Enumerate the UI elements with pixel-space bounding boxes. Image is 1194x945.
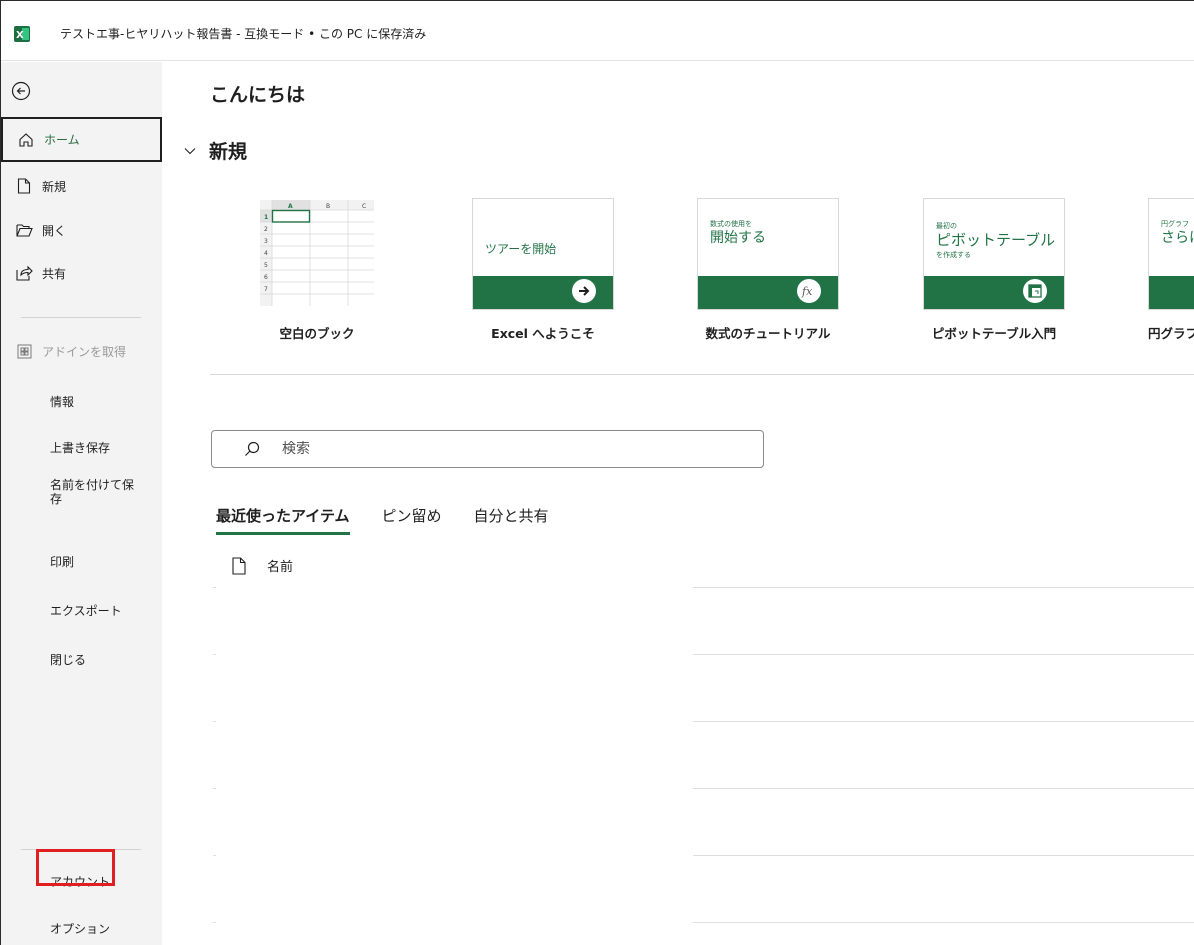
template-label: 空白のブック	[279, 326, 355, 341]
svg-text:1: 1	[264, 214, 268, 221]
sidebar-item-print[interactable]: 印刷	[1, 543, 162, 579]
home-icon	[16, 130, 36, 150]
sidebar-item-label: 名前を付けて保 存	[50, 478, 135, 506]
function-fx-icon: fx	[797, 279, 821, 303]
file-tabs: 最近使ったアイテム ピン留め 自分と共有	[216, 505, 581, 535]
main-content: こんにちは 新規 A B C 1 2 3 4 5 6 7 空白のブック ツアーを…	[163, 62, 1194, 945]
svg-text:C: C	[362, 203, 366, 210]
template-thumbnail: A B C 1 2 3 4 5 6 7	[246, 198, 388, 310]
tab-pinned[interactable]: ピン留め	[382, 505, 442, 535]
template-label: 円グラフのチ	[1148, 326, 1194, 341]
template-pie-chart[interactable]: 円グラフ さらに 円グラフのチ	[1148, 198, 1194, 341]
template-label: 数式のチュートリアル	[705, 326, 831, 341]
sidebar-item-label: アドインを取得	[42, 344, 127, 359]
file-list-header[interactable]: 名前	[231, 556, 293, 575]
template-label: Excel へようこそ	[491, 326, 595, 341]
svg-text:fx: fx	[801, 285, 813, 298]
search-icon	[245, 441, 260, 456]
sidebar-item-options[interactable]: オプション	[1, 912, 162, 944]
thumb-big-text: 開始する	[710, 230, 766, 246]
template-welcome-excel[interactable]: ツアーを開始 Excel へようこそ	[472, 198, 614, 341]
sidebar-item-label: 印刷	[50, 554, 75, 569]
template-formula-tutorial[interactable]: 数式の使用を 開始する fx 数式のチュートリアル	[697, 198, 839, 341]
search-input[interactable]	[282, 441, 742, 457]
template-label: ピボットテーブル入門	[931, 326, 1057, 341]
template-pivot-table[interactable]: 最初の ピボットテーブル を作成する ピボットテーブル入門	[923, 198, 1065, 341]
svg-text:3: 3	[264, 238, 268, 245]
blank-sheet-grid-preview: A B C 1 2 3 4 5 6 7	[260, 200, 374, 306]
svg-text:7: 7	[264, 286, 268, 293]
backstage-sidebar: ホーム 新規 開く 共有 アドインを取得 情報 上書き保存 名前を付けて保 存 …	[1, 62, 162, 945]
share-icon	[14, 263, 34, 283]
thumb-band	[1149, 276, 1194, 309]
svg-text:X: X	[16, 30, 24, 41]
sidebar-item-label: 共有	[42, 266, 67, 281]
sidebar-item-save-as[interactable]: 名前を付けて保 存	[1, 469, 162, 515]
thumb-small-text: を作成する	[936, 251, 971, 259]
sidebar-item-export[interactable]: エクスポート	[1, 592, 162, 628]
template-thumbnail: ツアーを開始	[472, 198, 614, 310]
column-header-name: 名前	[267, 560, 294, 575]
sidebar-item-label: 新規	[42, 179, 67, 194]
section-divider	[210, 374, 1194, 375]
back-arrow-icon	[11, 81, 31, 101]
sidebar-item-label: オプション	[50, 921, 111, 936]
svg-text:6: 6	[264, 274, 268, 281]
chevron-down-icon	[183, 144, 197, 158]
svg-text:4: 4	[264, 250, 268, 257]
window-title: テストエ事-ヒヤリハット報告書 - 互換モード • この PC に保存済み	[60, 27, 427, 41]
svg-text:5: 5	[264, 262, 268, 269]
thumb-text: ツアーを開始	[485, 242, 557, 256]
sidebar-item-home[interactable]: ホーム	[1, 117, 162, 162]
folder-open-icon	[14, 220, 34, 240]
template-thumbnail: 最初の ピボットテーブル を作成する	[923, 198, 1065, 310]
back-button[interactable]	[1, 76, 41, 106]
template-thumbnail: 円グラフ さらに	[1148, 198, 1194, 310]
sidebar-item-save[interactable]: 上書き保存	[1, 429, 162, 465]
sidebar-item-label: ホーム	[44, 133, 80, 147]
grid-addins-icon	[14, 341, 34, 361]
options-highlight-box	[36, 849, 115, 886]
search-box[interactable]	[211, 430, 764, 468]
new-document-icon	[14, 176, 34, 196]
redacted-file-list-area	[216, 587, 693, 945]
thumb-big-text: ピボットテーブル	[936, 231, 1056, 249]
thumb-big-text: さらに	[1161, 230, 1194, 246]
sidebar-item-info[interactable]: 情報	[1, 383, 162, 419]
sidebar-item-open[interactable]: 開く	[1, 212, 162, 248]
sidebar-item-label: エクスポート	[50, 603, 122, 618]
pivot-table-icon	[1023, 279, 1047, 303]
svg-text:B: B	[326, 203, 330, 210]
sidebar-item-label: 情報	[50, 394, 75, 409]
template-blank-workbook[interactable]: A B C 1 2 3 4 5 6 7 空白のブック	[246, 198, 388, 341]
window-frame: X テストエ事-ヒヤリハット報告書 - 互換モード • この PC に保存済み …	[0, 0, 1194, 945]
arrow-right-icon	[572, 279, 596, 303]
svg-text:A: A	[288, 203, 293, 210]
new-section-header[interactable]: 新規	[183, 137, 247, 164]
tab-shared-with-me[interactable]: 自分と共有	[474, 505, 549, 535]
sidebar-item-close[interactable]: 閉じる	[1, 641, 162, 677]
sidebar-item-label: 閉じる	[50, 652, 87, 667]
title-bar: X テストエ事-ヒヤリハット報告書 - 互換モード • この PC に保存済み	[1, 1, 1194, 61]
sidebar-divider	[21, 317, 141, 318]
sidebar-item-new[interactable]: 新規	[1, 168, 162, 204]
tab-recent[interactable]: 最近使ったアイテム	[216, 505, 350, 535]
sidebar-item-label: 開く	[42, 223, 67, 238]
greeting-heading: こんにちは	[210, 84, 306, 106]
svg-text:2: 2	[264, 226, 268, 233]
template-thumbnail: 数式の使用を 開始する fx	[697, 198, 839, 310]
excel-icon: X	[14, 26, 30, 42]
sidebar-item-label: 上書き保存	[50, 440, 111, 455]
sidebar-item-addins[interactable]: アドインを取得	[1, 333, 162, 369]
file-icon	[232, 556, 246, 575]
sidebar-item-share[interactable]: 共有	[1, 255, 162, 291]
new-section-title: 新規	[209, 141, 248, 163]
